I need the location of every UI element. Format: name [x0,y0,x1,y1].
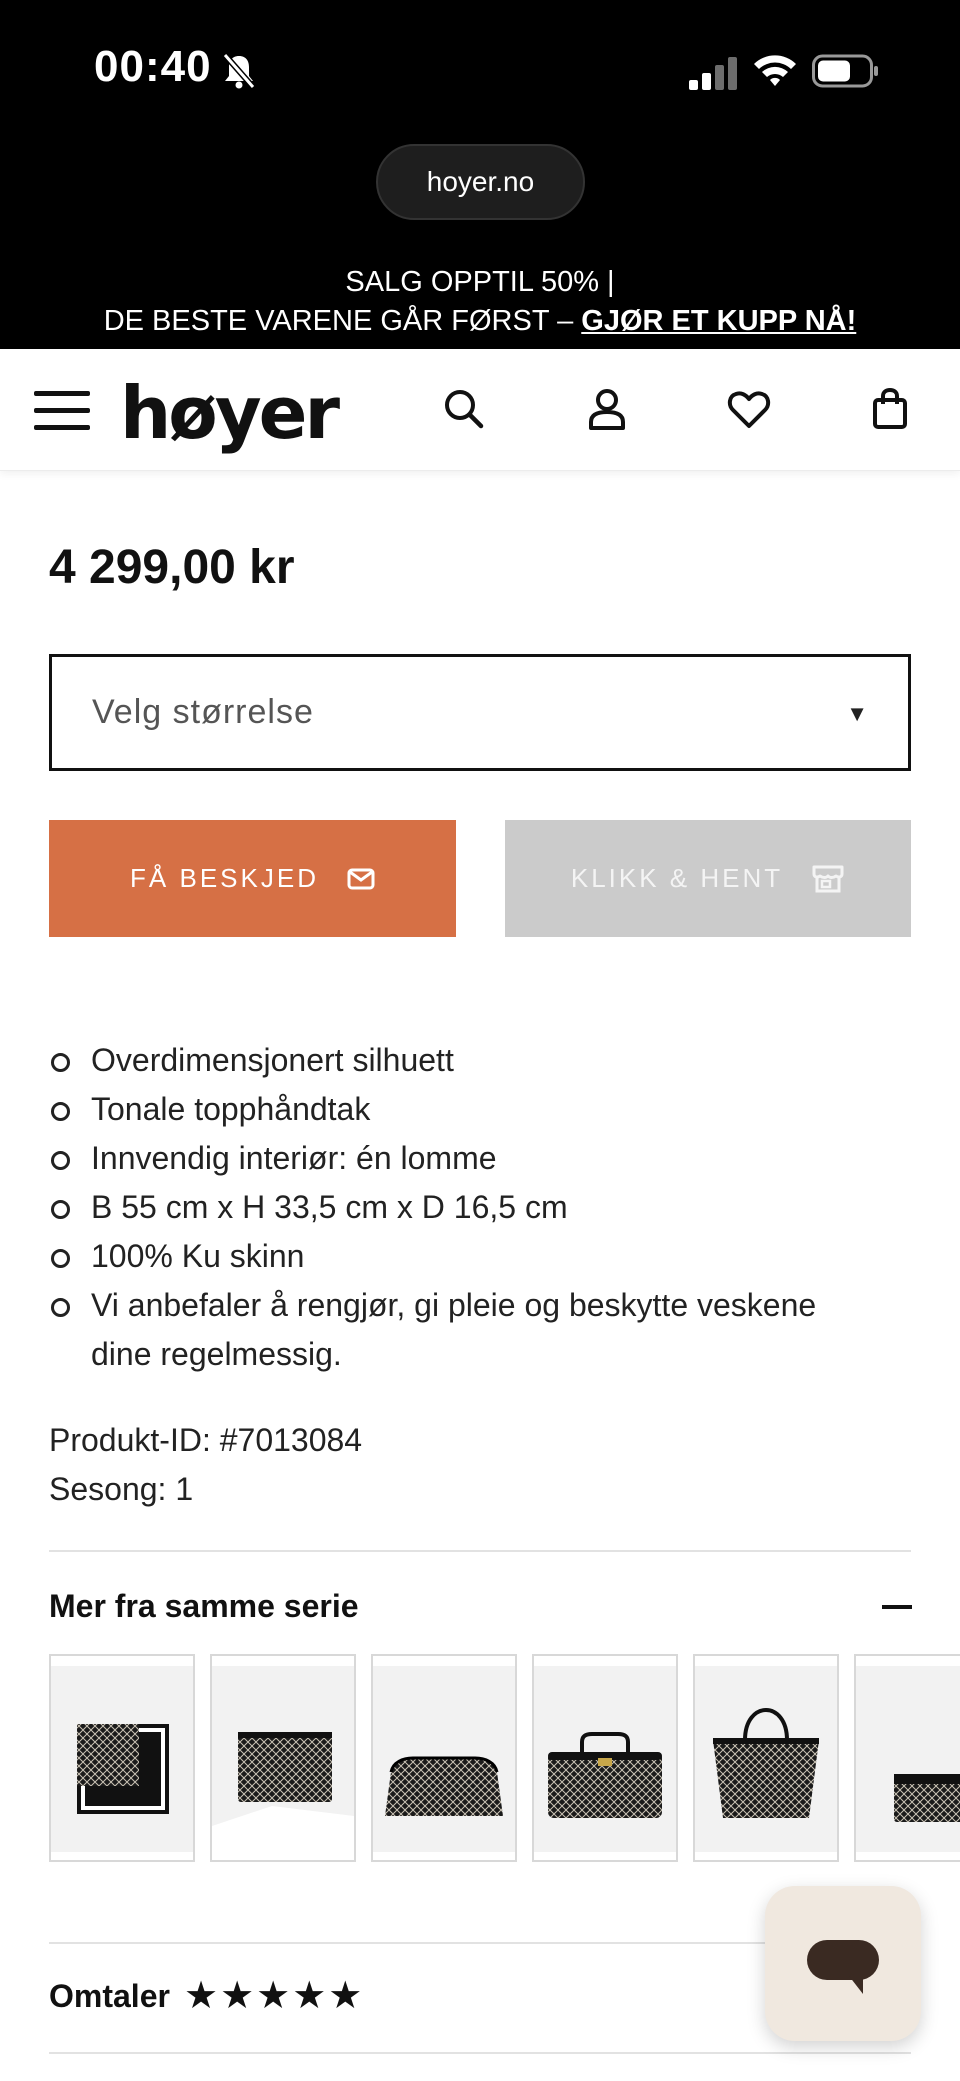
series-item-scarf[interactable] [49,1654,195,1862]
tote-bag-product-image [695,1666,837,1852]
store-icon [812,865,844,892]
size-select[interactable]: Velg størrelse ▼ [49,654,911,771]
site-logo[interactable]: høyer [120,371,340,455]
list-item: Overdimensjonert silhuett [49,1036,879,1085]
browser-url-bar[interactable]: hoyer.no [376,144,585,220]
wifi-icon [754,55,796,86]
shopping-bag-icon[interactable] [867,386,913,432]
chat-widget-button[interactable] [765,1886,921,2041]
account-icon[interactable] [584,386,630,432]
promo-banner-line1: SALG OPPTIL 50% | [345,266,615,298]
site-header: høyer [0,349,960,471]
size-select-placeholder: Velg størrelse [92,693,314,731]
product-season: Sesong: 1 [49,1471,194,1507]
wishlist-heart-icon[interactable] [726,386,772,432]
click-and-collect-button[interactable]: KLIKK & HENT [505,820,911,937]
chat-bubble-icon [807,1940,879,1994]
click-and-collect-label: KLIKK & HENT [570,863,784,893]
envelope-icon [347,868,375,889]
product-id: Produkt-ID: #7013084 [49,1422,363,1458]
series-section-title[interactable]: Mer fra samme serie [49,1588,359,1625]
list-item: Tonale topphåndtak [49,1085,879,1134]
battery-icon [812,54,878,88]
cosmetic-pouch-product-image [373,1666,515,1852]
promo-text: DE BESTE VARENE GÅR FØRST – [103,305,582,337]
laptop-sleeve-product-image [212,1666,354,1852]
caret-down-icon: ▼ [846,701,868,726]
divider [49,2052,911,2054]
scarf-product-image [51,1666,193,1852]
vanity-case-product-image [534,1666,676,1852]
card-holder-product-image [856,1666,960,1852]
bell-muted-icon [222,53,256,89]
divider [49,1550,911,1552]
series-item-laptop-sleeve[interactable] [210,1654,356,1862]
list-item: Innvendig interiør: én lomme [49,1134,879,1183]
notify-me-label: FÅ BESKJED [130,863,319,893]
series-item-card-holder[interactable] [854,1654,960,1862]
series-item-vanity-case[interactable] [532,1654,678,1862]
minus-icon[interactable] [882,1605,912,1609]
notify-me-button[interactable]: FÅ BESKJED [49,820,456,937]
cellular-signal-icon [689,57,737,90]
promo-link[interactable]: GJØR ET KUPP NÅ! [581,305,856,337]
list-item: 100% Ku skinn [49,1232,879,1281]
product-price: 4 299,00 kr [49,541,295,594]
promo-banner-line2: DE BESTE VARENE GÅR FØRST – GJØR ET KUPP… [0,305,960,338]
menu-icon[interactable] [34,389,90,433]
list-item: Vi anbefaler å rengjør, gi pleie og besk… [49,1281,879,1379]
series-item-tote-bag[interactable] [693,1654,839,1862]
search-icon[interactable] [441,386,487,432]
reviews-title[interactable]: Omtaler [49,1978,170,2015]
rating-stars: ★★★★★ [184,1975,365,2017]
product-details-list: Overdimensjonert silhuett Tonale topphån… [49,1036,879,1379]
status-time: 00:40 [94,42,212,91]
series-item-cosmetic-pouch[interactable] [371,1654,517,1862]
list-item: B 55 cm x H 33,5 cm x D 16,5 cm [49,1183,879,1232]
